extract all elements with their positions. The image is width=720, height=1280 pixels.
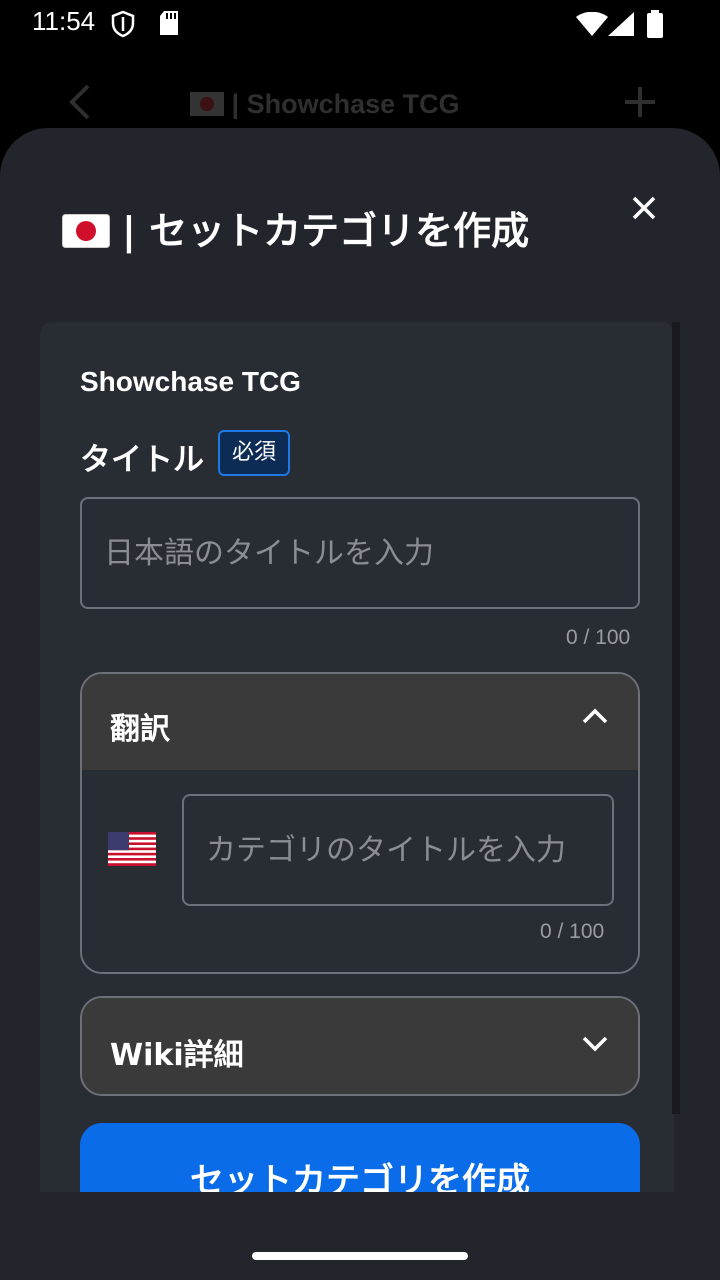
translation-accordion-body: 0 / 100 xyxy=(82,770,638,972)
shield-icon xyxy=(110,10,136,42)
wiki-label: Wiki詳細 xyxy=(110,1038,244,1073)
chevron-up-icon xyxy=(582,708,608,728)
create-set-category-button[interactable]: セットカテゴリを作成 xyxy=(80,1123,640,1192)
translation-char-counter: 0 / 100 xyxy=(540,920,605,943)
wifi-icon xyxy=(576,11,608,40)
sd-card-icon xyxy=(158,10,180,40)
title-field-label: タイトル xyxy=(80,442,204,478)
back-arrow-icon xyxy=(66,84,94,124)
wiki-accordion-header[interactable]: Wiki詳細 xyxy=(82,998,638,1094)
japan-flag-icon xyxy=(190,92,224,123)
sheet-title: | セットカテゴリを作成 xyxy=(62,200,529,257)
status-bar: 11:54 xyxy=(0,0,720,48)
japan-flag-icon xyxy=(62,213,110,257)
create-button-label: セットカテゴリを作成 xyxy=(190,1161,530,1192)
title-char-counter: 0 / 100 xyxy=(566,626,631,649)
chevron-down-icon xyxy=(582,1036,608,1056)
background-title: | Showchase TCG xyxy=(190,89,460,123)
game-name: Showchase TCG xyxy=(80,366,301,397)
add-icon xyxy=(624,86,656,122)
sheet-title-text: | セットカテゴリを作成 xyxy=(122,209,530,253)
translation-accordion: 翻訳 カテゴリのタイトルを入力 0 / 100 xyxy=(80,672,640,974)
status-time: 11:54 xyxy=(32,6,96,36)
translation-accordion-header[interactable]: 翻訳 xyxy=(82,674,638,770)
japanese-title-input[interactable] xyxy=(80,497,640,609)
form-card[interactable]: Showchase TCG タイトル 必須 0 / 100 翻訳 xyxy=(40,322,674,1192)
close-button[interactable] xyxy=(624,188,664,228)
home-indicator[interactable] xyxy=(252,1252,468,1260)
required-badge: 必須 xyxy=(218,430,291,476)
translation-title-input[interactable] xyxy=(182,794,614,906)
background-title-text: | Showchase TCG xyxy=(231,89,460,119)
close-icon xyxy=(632,196,656,220)
battery-icon xyxy=(646,10,664,42)
us-flag-icon xyxy=(108,832,156,870)
cell-signal-icon xyxy=(608,12,634,40)
translation-label: 翻訳 xyxy=(110,712,170,747)
create-set-category-sheet: | セットカテゴリを作成 Showchase TCG タイトル 必須 0 / 1… xyxy=(0,128,720,1280)
scrollbar[interactable] xyxy=(672,322,680,1114)
wiki-accordion: Wiki詳細 xyxy=(80,996,640,1096)
